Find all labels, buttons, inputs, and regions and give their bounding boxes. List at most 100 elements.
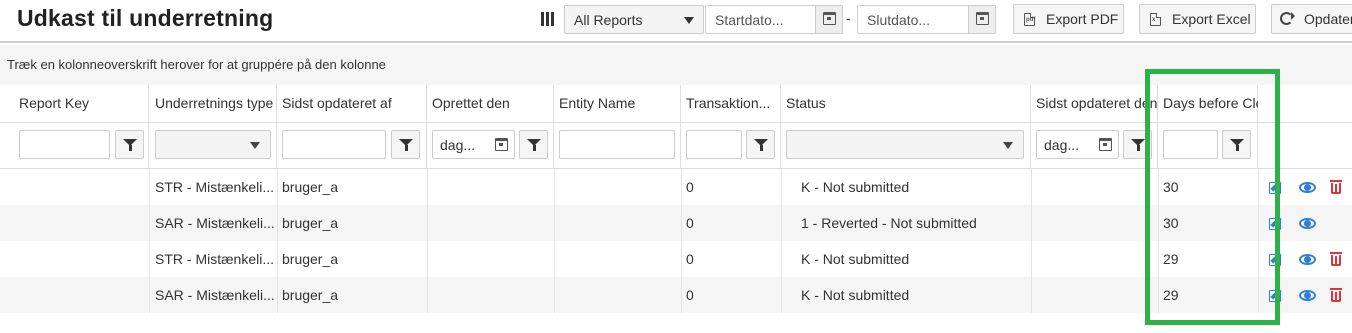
- column-divider: [149, 169, 150, 313]
- report-filter-select[interactable]: All Reports: [564, 5, 704, 34]
- transactions-cell: 0: [686, 251, 694, 267]
- calendar-icon[interactable]: [1099, 138, 1112, 151]
- updated-date-filter[interactable]: [1036, 130, 1119, 159]
- status-cell: K - Not submitted: [801, 179, 910, 195]
- column-header-status[interactable]: Status: [781, 85, 1031, 122]
- updated-by-cell: bruger_a: [282, 215, 339, 231]
- column-header-entity[interactable]: Entity Name: [554, 85, 681, 122]
- trash-icon[interactable]: [1328, 250, 1346, 268]
- report-filter-value: All Reports: [574, 12, 643, 28]
- entity-filter[interactable]: [559, 130, 675, 159]
- calendar-icon: [823, 12, 836, 25]
- status-cell: K - Not submitted: [801, 251, 910, 267]
- transactions-cell: 0: [686, 179, 694, 195]
- column-header-transactions[interactable]: Transaktion...: [681, 85, 781, 122]
- end-date-field[interactable]: [857, 5, 996, 34]
- updated-by-cell: bruger_a: [282, 251, 339, 267]
- funnel-icon: [754, 139, 768, 151]
- created-date-filter-input[interactable]: [433, 131, 491, 158]
- report-key-filter-input[interactable]: [20, 131, 109, 158]
- eye-icon[interactable]: [1298, 286, 1316, 304]
- column-divider: [277, 169, 278, 313]
- calendar-icon[interactable]: [495, 138, 508, 151]
- funnel-icon: [527, 139, 541, 151]
- filter-cell: [277, 123, 427, 168]
- eye-icon[interactable]: [1298, 214, 1316, 232]
- chevron-down-icon: [684, 17, 694, 24]
- updated-date-filter-input[interactable]: [1037, 131, 1095, 158]
- end-date-input[interactable]: [858, 6, 969, 33]
- entity-filter-input[interactable]: [560, 131, 674, 158]
- export-pdf-label: Export PDF: [1046, 11, 1119, 27]
- funnel-icon: [399, 139, 413, 151]
- filter-cell: [681, 123, 781, 168]
- trash-icon[interactable]: [1328, 286, 1346, 304]
- filter-button[interactable]: [391, 130, 420, 159]
- pdf-file-icon: pdf: [1024, 13, 1035, 26]
- filter-cell: [554, 123, 681, 168]
- refresh-button[interactable]: Opdater: [1271, 4, 1352, 34]
- column-header-label: Entity Name: [559, 95, 636, 111]
- filter-button[interactable]: [115, 130, 144, 159]
- filter-button[interactable]: [746, 130, 775, 159]
- refresh-icon: [1280, 12, 1295, 25]
- filter-cell: [1031, 123, 1158, 168]
- end-date-calendar-button[interactable]: [968, 6, 995, 33]
- column-chooser-icon[interactable]: [541, 12, 554, 26]
- column-header-report-key[interactable]: Report Key: [9, 85, 149, 122]
- export-excel-button[interactable]: x Export Excel: [1139, 4, 1256, 34]
- start-date-field[interactable]: [705, 5, 843, 34]
- column-header-label: Sidst opdateret af: [282, 95, 392, 111]
- eye-icon[interactable]: [1298, 250, 1316, 268]
- column-divider: [427, 169, 428, 313]
- type-filter-select[interactable]: [155, 130, 271, 159]
- column-header-label: Oprettet den: [432, 95, 510, 111]
- refresh-label: Opdater: [1304, 11, 1352, 27]
- updated-by-cell: bruger_a: [282, 287, 339, 303]
- updated-by-cell: bruger_a: [282, 179, 339, 195]
- transactions-filter[interactable]: [686, 130, 742, 159]
- updated-by-filter-input[interactable]: [283, 131, 385, 158]
- column-divider: [1031, 169, 1032, 313]
- filter-cell: [427, 123, 554, 168]
- transactions-cell: 0: [686, 215, 694, 231]
- column-header-updated-by[interactable]: Sidst opdateret af: [277, 85, 427, 122]
- funnel-icon: [123, 139, 137, 151]
- updated-by-filter[interactable]: [282, 130, 386, 159]
- filter-cell: [781, 123, 1031, 168]
- column-header-type[interactable]: Underretnings type: [149, 85, 277, 122]
- highlight-box: [1145, 69, 1280, 325]
- type-cell: SAR - Mistænkeli...: [155, 215, 275, 231]
- column-header-updated[interactable]: Sidst opdateret den: [1031, 85, 1158, 122]
- column-header-label: Report Key: [19, 95, 90, 111]
- column-header-label: Underretnings type: [155, 95, 274, 111]
- date-separator: -: [846, 10, 851, 26]
- created-date-filter[interactable]: [432, 130, 515, 159]
- column-divider: [681, 169, 682, 313]
- page-title: Udkast til underretning: [17, 5, 274, 31]
- column-header-label: Status: [786, 95, 826, 111]
- status-cell: 1 - Reverted - Not submitted: [801, 215, 977, 231]
- start-date-calendar-button[interactable]: [815, 6, 842, 33]
- status-filter-select[interactable]: [786, 130, 1024, 159]
- filter-cell: [149, 123, 277, 168]
- column-header-label: Sidst opdateret den: [1036, 95, 1158, 111]
- type-cell: STR - Mistænkeli...: [155, 179, 275, 195]
- chevron-down-icon: [1003, 142, 1013, 149]
- transactions-filter-input[interactable]: [687, 131, 741, 158]
- column-header-created[interactable]: Oprettet den: [427, 85, 554, 122]
- report-key-filter[interactable]: [19, 130, 110, 159]
- trash-icon[interactable]: [1328, 178, 1346, 196]
- eye-icon[interactable]: [1298, 178, 1316, 196]
- funnel-icon: [1131, 139, 1145, 151]
- excel-file-icon: x: [1150, 13, 1161, 26]
- start-date-input[interactable]: [706, 6, 816, 33]
- export-pdf-button[interactable]: pdf Export PDF: [1013, 4, 1124, 34]
- export-excel-label: Export Excel: [1172, 11, 1251, 27]
- filter-cell: [9, 123, 149, 168]
- column-divider: [781, 169, 782, 313]
- calendar-icon: [976, 12, 989, 25]
- filter-button[interactable]: [519, 130, 548, 159]
- header: Udkast til underretning All Reports - pd…: [0, 0, 1352, 43]
- column-divider: [554, 169, 555, 313]
